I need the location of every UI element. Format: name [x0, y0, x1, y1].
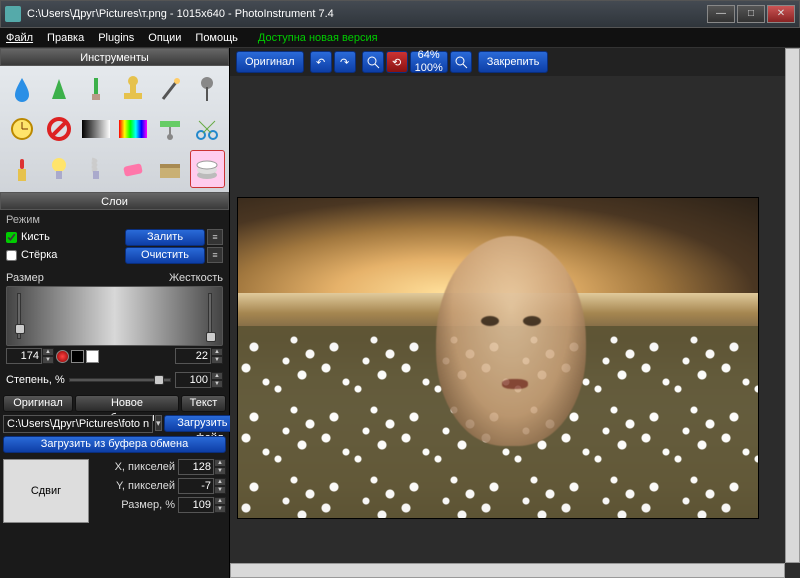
fill-opts-button[interactable]: ≡ [207, 229, 223, 245]
layers-header: Слои [0, 192, 229, 210]
tool-bw-gradient[interactable] [78, 110, 113, 148]
tool-pin[interactable] [190, 70, 225, 108]
mode-label: Режим [6, 214, 223, 226]
tab-original[interactable]: Оригинал [3, 395, 73, 412]
zoom-reset-button[interactable]: ⟲ [386, 51, 408, 73]
original-button[interactable]: Оригинал [236, 51, 304, 73]
tool-drop[interactable] [4, 70, 39, 108]
tool-stamp[interactable] [116, 70, 151, 108]
x-label: X, пикселей [115, 461, 175, 473]
tool-tree[interactable] [41, 70, 76, 108]
tool-package[interactable] [153, 150, 188, 188]
tool-spiral-bulb[interactable] [78, 150, 113, 188]
canvas-toolbar: Оригинал ↶ ↷ ⟲ 64%100% Закрепить [230, 48, 800, 76]
tool-lipstick[interactable] [4, 150, 39, 188]
degree-panel: Степень, % ▲▼ [0, 368, 229, 392]
sidebar: Инструменты Слои Режим Кисть [0, 48, 230, 578]
y-label: Y, пикселей [116, 480, 175, 492]
redo-button[interactable]: ↷ [334, 51, 356, 73]
maximize-button[interactable]: □ [737, 5, 765, 23]
color-black[interactable] [71, 350, 84, 363]
new-version-link[interactable]: Доступна новая версия [258, 32, 378, 44]
tools-header: Инструменты [0, 48, 229, 66]
menu-options[interactable]: Опции [148, 32, 181, 44]
color-white[interactable] [86, 350, 99, 363]
scrollbar-vertical[interactable] [785, 48, 800, 563]
scrollbar-horizontal[interactable] [230, 563, 785, 578]
menu-help[interactable]: Помощь [195, 32, 238, 44]
menu-file[interactable]: Файл [6, 32, 33, 44]
zoom-in-button[interactable] [450, 51, 472, 73]
minimize-button[interactable]: — [707, 5, 735, 23]
zoom-display[interactable]: 64%100% [410, 51, 448, 73]
close-button[interactable]: ✕ [767, 5, 795, 23]
mode-panel: Режим Кисть Залить≡ Стёрка Очистить≡ [0, 210, 229, 268]
size-label: Размер [6, 272, 44, 284]
tab-text[interactable]: Текст [181, 395, 226, 412]
tools-grid [0, 66, 229, 192]
canvas-area: Оригинал ↶ ↷ ⟲ 64%100% Закрепить [230, 48, 800, 578]
brush-preview[interactable] [6, 286, 223, 346]
path-input[interactable] [3, 415, 153, 433]
clear-opts-button[interactable]: ≡ [207, 247, 223, 263]
tool-bulb[interactable] [41, 150, 76, 188]
titlebar: C:\Users\Друг\Pictures\т.png - 1015x640 … [0, 0, 800, 28]
menubar: Файл Правка Plugins Опции Помощь Доступн… [0, 28, 800, 48]
undo-button[interactable]: ↶ [310, 51, 332, 73]
tool-layers[interactable] [190, 150, 225, 188]
menu-plugins[interactable]: Plugins [98, 32, 134, 44]
size-percent-input[interactable]: ▲▼ [178, 497, 226, 513]
app-icon [5, 6, 21, 22]
tool-scale[interactable] [153, 110, 188, 148]
size-panel: Размер Жесткость ▲▼ ▲▼ [0, 268, 229, 368]
size-input[interactable]: ▲▼ [6, 348, 54, 364]
eraser-checkbox[interactable]: Стёрка [6, 249, 57, 261]
degree-label: Степень, % [6, 374, 65, 386]
clear-button[interactable]: Очистить [125, 247, 205, 264]
x-input[interactable]: ▲▼ [178, 459, 226, 475]
hardness-input[interactable]: ▲▼ [175, 348, 223, 364]
zoom-out-button[interactable] [362, 51, 384, 73]
fill-button[interactable]: Залить [125, 229, 205, 246]
tool-clock[interactable] [4, 110, 39, 148]
tool-nosign[interactable] [41, 110, 76, 148]
y-input[interactable]: ▲▼ [178, 478, 226, 494]
shift-pad[interactable]: Сдвиг [3, 459, 89, 523]
load-clipboard-button[interactable]: Загрузить из буфера обмена [3, 436, 226, 453]
hardness-label: Жесткость [169, 272, 223, 284]
canvas-image[interactable] [238, 198, 758, 518]
tab-newimage[interactable]: Новое изображение [75, 395, 179, 412]
window-title: C:\Users\Друг\Pictures\т.png - 1015x640 … [27, 8, 705, 20]
path-dropdown[interactable]: ▾ [155, 415, 162, 431]
fg-color-swatch[interactable] [56, 350, 69, 363]
brush-checkbox[interactable]: Кисть [6, 231, 50, 243]
tool-eraser[interactable] [116, 150, 151, 188]
degree-input[interactable]: ▲▼ [175, 372, 223, 388]
tool-brush[interactable] [78, 70, 113, 108]
tool-wand[interactable] [153, 70, 188, 108]
viewport[interactable] [230, 76, 800, 578]
degree-slider[interactable] [69, 378, 171, 382]
tool-scissors[interactable] [190, 110, 225, 148]
menu-edit[interactable]: Правка [47, 32, 84, 44]
size-percent-label: Размер, % [121, 499, 175, 511]
pin-button[interactable]: Закрепить [478, 51, 549, 73]
tool-spectrum[interactable] [116, 110, 151, 148]
